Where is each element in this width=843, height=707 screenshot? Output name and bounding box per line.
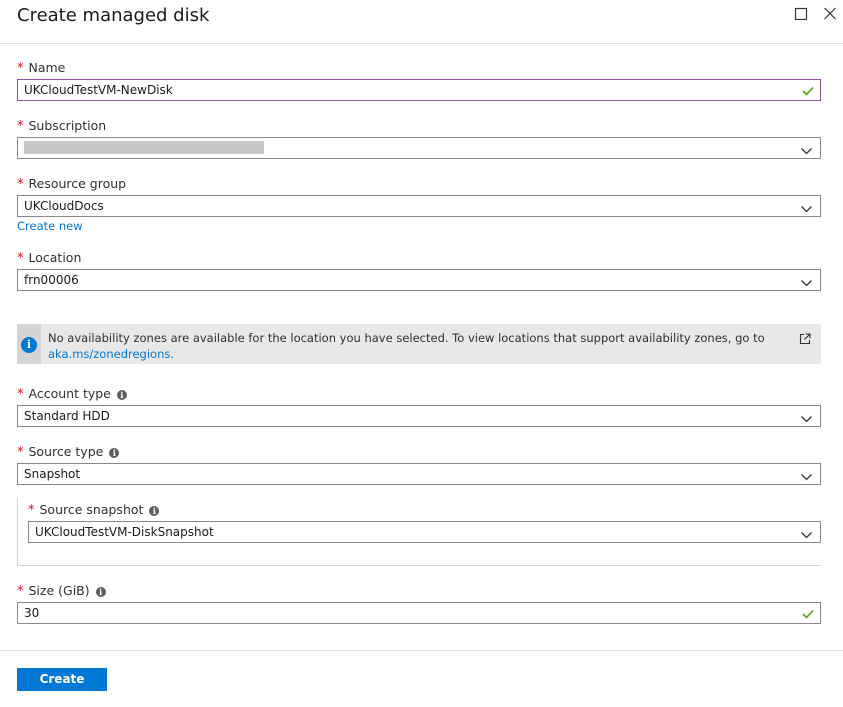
info-icon[interactable]: i	[149, 506, 160, 516]
zoned-regions-link[interactable]: aka.ms/zonedregions.	[48, 347, 174, 361]
subscription-select[interactable]	[17, 137, 821, 159]
source-snapshot-select[interactable]: UKCloudTestVM-DiskSnapshot	[28, 521, 821, 543]
resource-group-select[interactable]: UKCloudDocs	[17, 195, 821, 217]
required-marker: *	[17, 584, 24, 599]
source-snapshot-label: * Source snapshot i	[28, 502, 160, 518]
chevron-down-icon	[801, 144, 812, 158]
close-icon[interactable]	[823, 6, 839, 24]
location-label: * Location	[17, 250, 82, 266]
required-marker: *	[17, 445, 24, 460]
source-type-select[interactable]: Snapshot	[17, 463, 821, 485]
chevron-down-icon	[801, 276, 812, 290]
create-new-resource-group-link[interactable]: Create new	[17, 219, 83, 233]
resource-group-label: * Resource group	[17, 176, 127, 192]
page-title: Create managed disk	[17, 5, 210, 26]
required-marker: *	[17, 177, 24, 192]
info-icon[interactable]: i	[95, 587, 106, 597]
info-icon[interactable]: i	[109, 448, 120, 458]
checkmark-icon	[802, 608, 814, 622]
account-type-label: * Account type i	[17, 386, 127, 402]
info-icon: i	[21, 337, 37, 353]
blade-header: Create managed disk	[0, 0, 843, 44]
subscription-label: * Subscription	[17, 118, 107, 134]
chevron-down-icon	[801, 470, 812, 484]
footer-divider	[0, 650, 843, 651]
required-marker: *	[17, 61, 24, 76]
name-label: * Name	[17, 60, 66, 76]
required-marker: *	[17, 387, 24, 402]
account-type-select[interactable]: Standard HDD	[17, 405, 821, 427]
availability-zones-info-bar: i No availability zones are available fo…	[17, 324, 821, 364]
chevron-down-icon	[801, 528, 812, 542]
maximize-icon[interactable]	[794, 6, 810, 24]
size-label: * Size (GiB) i	[17, 583, 106, 599]
source-type-label: * Source type i	[17, 444, 120, 460]
required-marker: *	[17, 119, 24, 134]
chevron-down-icon	[801, 412, 812, 426]
create-button[interactable]: Create	[17, 668, 107, 691]
name-input[interactable]: UKCloudTestVM-NewDisk	[17, 79, 821, 101]
required-marker: *	[17, 251, 24, 266]
checkmark-icon	[802, 85, 814, 99]
info-message: No availability zones are available for …	[48, 331, 765, 361]
location-select[interactable]: frn00006	[17, 269, 821, 291]
size-input[interactable]: 30	[17, 602, 821, 624]
info-icon[interactable]: i	[116, 390, 127, 400]
external-link-icon[interactable]	[799, 332, 811, 350]
redacted-value	[24, 141, 264, 154]
required-marker: *	[28, 503, 35, 518]
chevron-down-icon	[801, 202, 812, 216]
